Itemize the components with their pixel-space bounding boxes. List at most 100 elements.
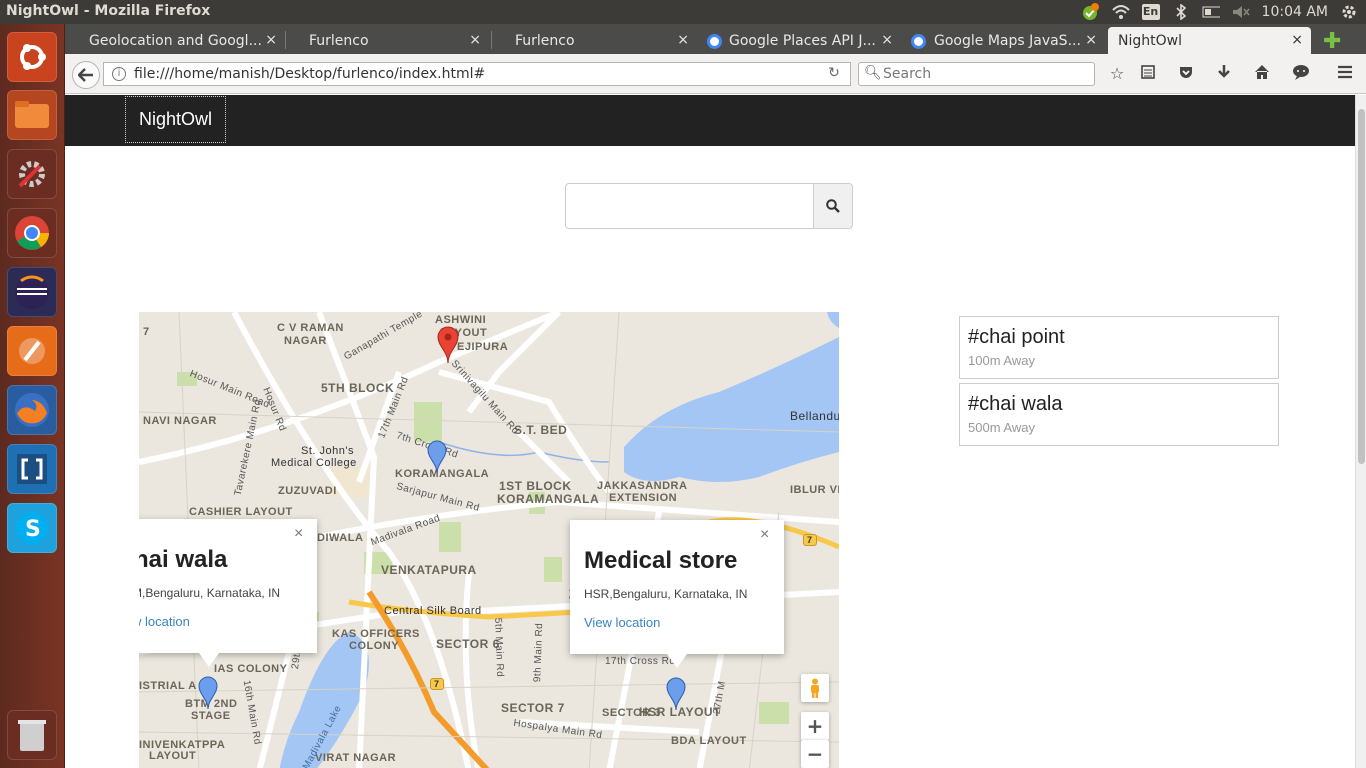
bluetooth-icon[interactable] <box>1172 3 1190 21</box>
new-tab-icon[interactable]: ✚ <box>1323 29 1341 54</box>
map-label: 17th Cross Rd <box>605 656 676 667</box>
view-location-link[interactable]: View location <box>584 615 660 630</box>
impress-icon[interactable] <box>7 326 57 376</box>
result-name: #chai point <box>968 326 1065 348</box>
reload-icon: ↻ <box>828 65 840 81</box>
reload-button[interactable]: ↻ <box>818 62 851 86</box>
scrollbar-thumb[interactable] <box>1358 109 1365 464</box>
map-label: 7 <box>143 326 150 338</box>
gear-icon[interactable] <box>1340 3 1358 21</box>
tab-google-maps[interactable]: Google Maps JavaS... × <box>905 27 1105 54</box>
tab-divider <box>491 31 492 49</box>
info-window-address: M,Bengaluru, Karnataka, IN <box>139 586 281 600</box>
skype-icon[interactable]: S <box>7 503 57 553</box>
map-label: SECTOR 7 <box>501 701 565 715</box>
ubuntu-launcher: S <box>0 24 65 768</box>
info-window-close-icon[interactable]: × <box>294 525 303 543</box>
system-top-panel: NightOwl - Mozilla Firefox En 10:04 AM <box>0 0 1366 24</box>
system-settings-icon[interactable] <box>7 149 57 199</box>
url-bar[interactable]: i file:///home/manish/Desktop/furlenco/i… <box>103 62 851 86</box>
tab-close-icon[interactable]: × <box>677 32 689 48</box>
tab-close-icon[interactable]: × <box>881 32 893 48</box>
view-location-link[interactable]: w location <box>139 614 190 629</box>
info-window-close-icon[interactable]: × <box>760 526 769 544</box>
url-text: file:///home/manish/Desktop/furlenco/ind… <box>134 66 486 82</box>
home-icon[interactable] <box>1252 64 1272 84</box>
map-label: C V RAMAN <box>277 322 344 334</box>
wifi-icon[interactable] <box>1111 3 1130 21</box>
ubuntu-dash-icon[interactable] <box>7 32 57 82</box>
browser-tab-bar: Geolocation and Googl... × Furlenco × Fu… <box>65 24 1366 54</box>
volume-muted-icon[interactable] <box>1232 3 1250 21</box>
tab-close-icon[interactable]: × <box>1291 32 1303 48</box>
tab-close-icon[interactable]: × <box>469 32 481 48</box>
chrome-icon[interactable] <box>7 208 57 258</box>
place-search-group <box>565 183 853 229</box>
map-label: ZUZUVADI <box>278 485 337 497</box>
google-map[interactable]: 7 C V RAMAN NAGAR ASHWINI LAYOUT EJIPURA… <box>139 312 839 768</box>
highway-shield: 7 <box>803 534 817 546</box>
map-label: NAVI NAGAR <box>143 415 217 427</box>
map-label: NAGAR <box>284 335 327 347</box>
result-item[interactable]: #chai wala 500m Away <box>959 383 1279 446</box>
bookmarks-menu-icon[interactable] <box>1138 64 1158 84</box>
zoom-out-button[interactable]: − <box>801 740 829 768</box>
firefox-icon[interactable] <box>7 385 57 435</box>
update-icon[interactable] <box>1082 3 1100 21</box>
downloads-icon[interactable] <box>1214 64 1234 84</box>
eclipse-icon[interactable] <box>7 267 57 317</box>
hello-chat-icon[interactable] <box>1291 64 1311 84</box>
pegman-button[interactable] <box>801 674 829 702</box>
site-info-icon[interactable]: i <box>112 67 126 81</box>
map-label: CASHIER LAYOUT <box>189 506 293 518</box>
tab-nightowl[interactable]: NightOwl × <box>1108 27 1311 54</box>
keyboard-layout-indicator[interactable]: En <box>1141 4 1160 20</box>
map-label: SECTOR 6 <box>436 637 500 651</box>
pocket-icon[interactable] <box>1176 64 1196 84</box>
info-window-title: Medical store <box>584 547 738 574</box>
back-button[interactable] <box>72 61 100 89</box>
result-distance: 100m Away <box>968 353 1035 368</box>
pegman-icon <box>811 678 819 698</box>
clock[interactable]: 10:04 AM <box>1262 4 1328 20</box>
battery-icon[interactable] <box>1202 3 1220 21</box>
current-location-marker-icon[interactable] <box>437 326 459 364</box>
page-scrollbar[interactable] <box>1355 95 1366 768</box>
tab-geolocation[interactable]: Geolocation and Googl... × <box>65 27 285 54</box>
result-item[interactable]: #chai point 100m Away <box>959 316 1279 379</box>
search-button[interactable] <box>813 183 853 229</box>
tab-label: NightOwl <box>1118 33 1182 49</box>
browser-search-input[interactable]: 🔍︎ Search <box>858 62 1095 86</box>
search-icon: 🔍︎ <box>864 65 882 81</box>
place-marker-icon[interactable] <box>666 677 686 711</box>
files-icon[interactable] <box>7 90 57 140</box>
map-label: DIWALA <box>317 532 364 544</box>
tab-close-icon[interactable]: × <box>1085 32 1097 48</box>
tab-google-places[interactable]: Google Places API J... × <box>701 27 901 54</box>
place-marker-icon[interactable] <box>198 676 218 710</box>
info-window-tail <box>667 654 687 668</box>
map-label: 5th Main Rd <box>492 617 506 678</box>
svg-text:S: S <box>25 517 41 542</box>
brand-link[interactable]: NightOwl <box>125 96 226 143</box>
info-window-address: HSR,Bengaluru, Karnataka, IN <box>584 587 748 601</box>
brackets-icon[interactable] <box>7 444 57 494</box>
bookmark-star-icon[interactable]: ☆ <box>1107 64 1127 84</box>
map-label: BDA LAYOUT <box>671 735 747 747</box>
place-marker-icon[interactable] <box>427 440 447 474</box>
search-icon <box>826 199 840 213</box>
place-search-input[interactable] <box>565 183 814 229</box>
window-title: NightOwl - Mozilla Firefox <box>6 3 211 19</box>
map-label: COLONY <box>349 640 400 652</box>
tab-label: Google Maps JavaS... <box>934 33 1081 49</box>
info-window-chai-wala: hai wala M,Bengaluru, Karnataka, IN w lo… <box>139 519 317 667</box>
tab-furlenco-1[interactable]: Furlenco × <box>285 27 489 54</box>
zoom-in-button[interactable]: + <box>801 712 829 740</box>
tab-furlenco-2[interactable]: Furlenco × <box>491 27 697 54</box>
google-favicon-icon <box>911 34 926 49</box>
hamburger-menu-icon[interactable] <box>1335 64 1355 84</box>
tab-close-icon[interactable]: × <box>265 32 277 48</box>
map-label: STAGE <box>191 710 231 722</box>
map-label: LAYOUT <box>149 750 197 762</box>
trash-icon[interactable] <box>7 710 57 760</box>
